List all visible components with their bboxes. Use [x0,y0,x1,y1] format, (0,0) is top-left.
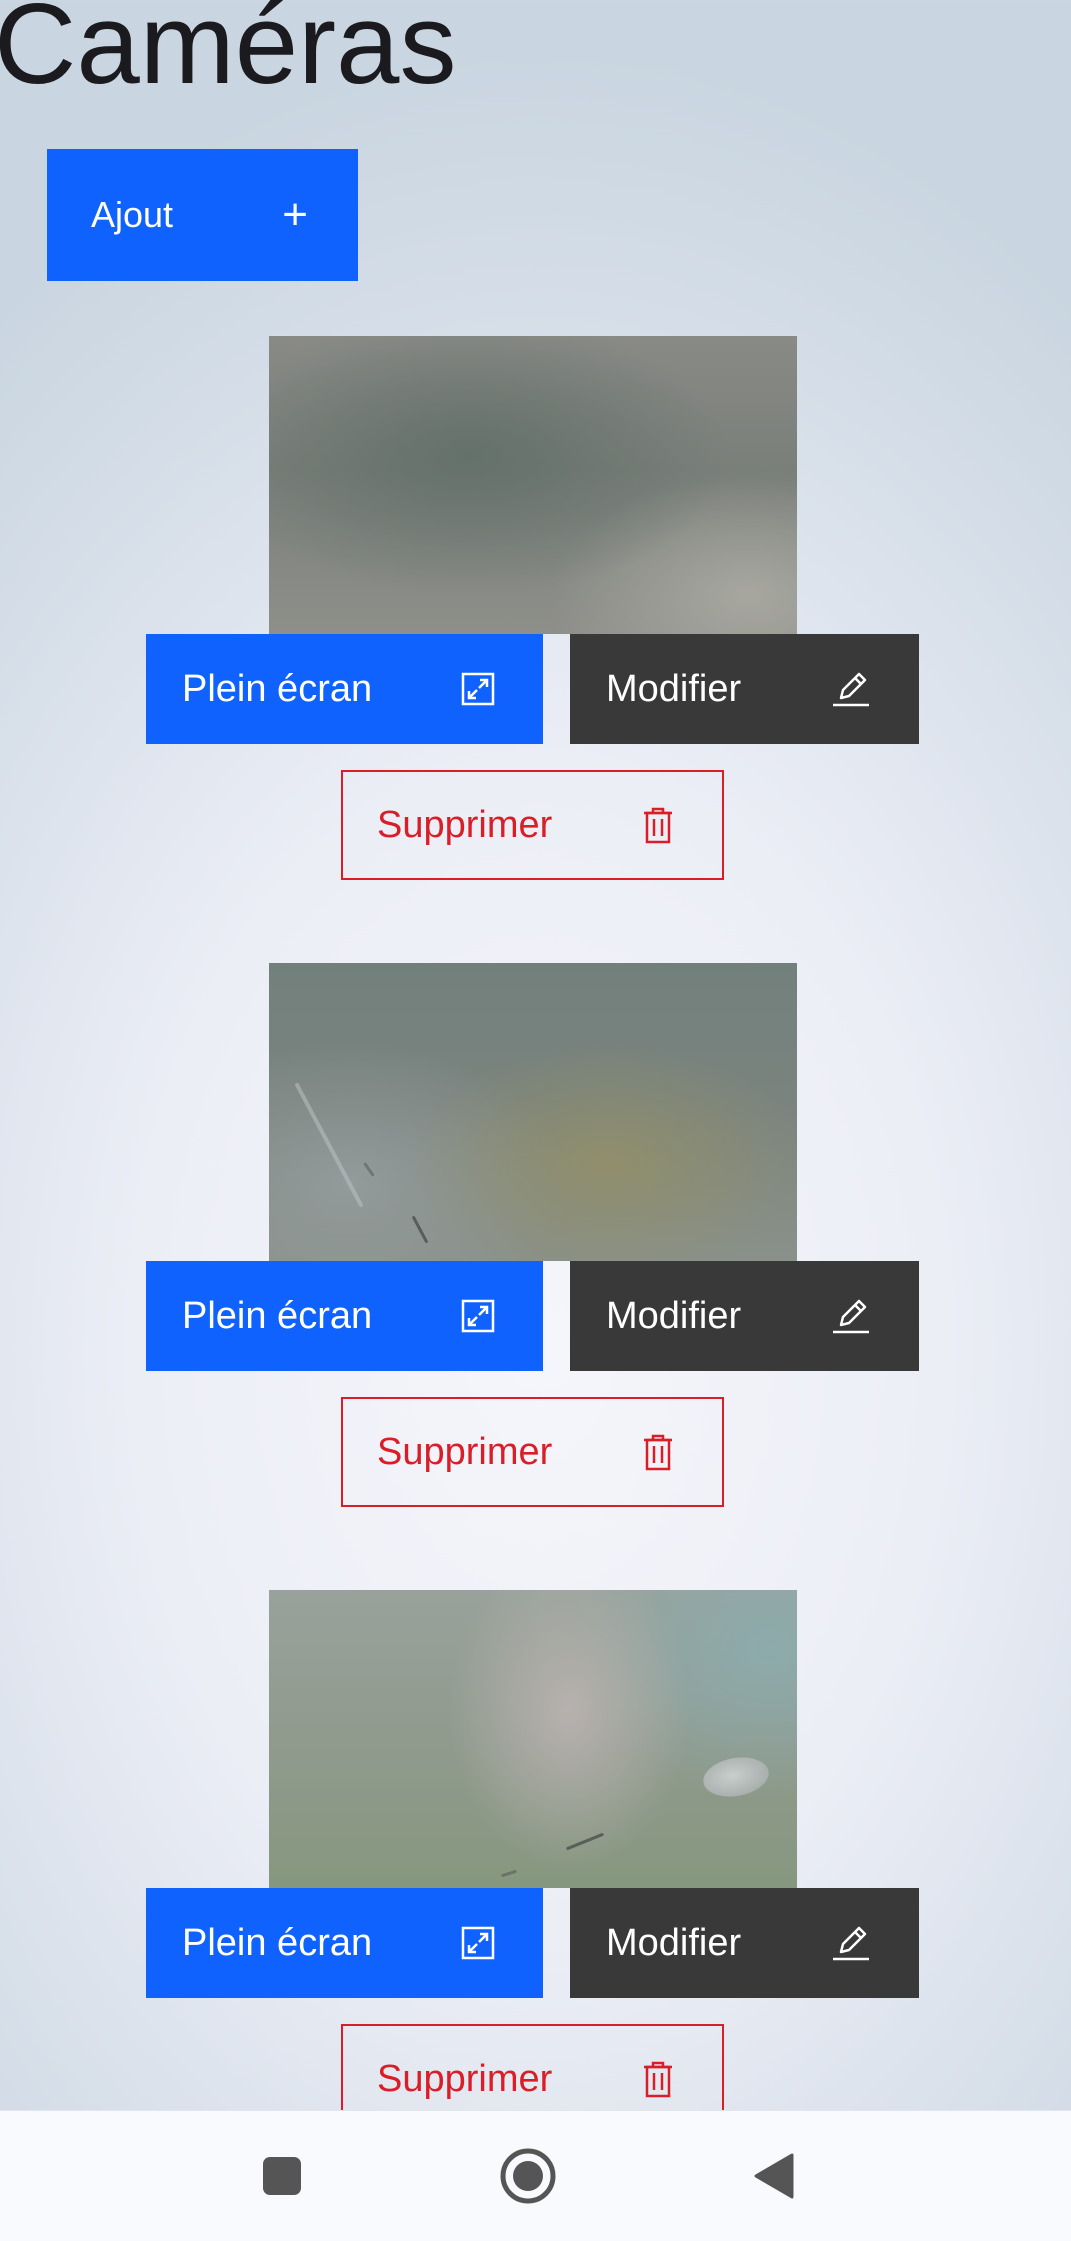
edit-button[interactable]: Modifier [570,1888,919,1998]
camera-card: Plein écran Modifier Supprimer [0,1590,1071,2150]
camera-feed-image[interactable] [269,336,797,634]
delete-button-label: Supprimer [377,803,553,846]
fullscreen-icon [461,1299,495,1333]
add-button-label: Ajout [91,194,174,235]
fullscreen-button[interactable]: Plein écran [146,1261,543,1371]
plus-icon: + [282,190,308,239]
fullscreen-icon [461,1926,495,1960]
delete-button[interactable]: Supprimer [341,770,724,880]
edit-button-label: Modifier [606,667,742,710]
edit-button[interactable]: Modifier [570,1261,919,1371]
fullscreen-button[interactable]: Plein écran [146,634,543,744]
camera-feed-image[interactable] [269,963,797,1261]
fullscreen-icon [461,672,495,706]
trash-icon [642,806,674,844]
fullscreen-button-label: Plein écran [182,1294,373,1337]
camera-feed-image[interactable] [269,1590,797,1888]
edit-button[interactable]: Modifier [570,634,919,744]
recents-square-icon[interactable] [222,2111,342,2241]
delete-button-label: Supprimer [377,1430,553,1473]
edit-button-label: Modifier [606,1294,742,1337]
delete-button[interactable]: Supprimer [341,1397,724,1507]
page-title: Caméras [0,0,457,108]
system-navigation-bar [0,2110,1071,2241]
edit-button-label: Modifier [606,1921,742,1964]
fullscreen-button[interactable]: Plein écran [146,1888,543,1998]
trash-icon [642,1433,674,1471]
pencil-icon [831,671,871,707]
home-circle-icon[interactable] [468,2111,588,2241]
camera-card: Plein écran Modifier Supprimer [0,963,1071,1523]
pencil-icon [831,1925,871,1961]
delete-button-label: Supprimer [377,2057,553,2100]
pencil-icon [831,1298,871,1334]
add-camera-button[interactable]: Ajout + [47,149,358,281]
trash-icon [642,2060,674,2098]
back-triangle-icon[interactable] [714,2111,834,2241]
fullscreen-button-label: Plein écran [182,667,373,710]
camera-card: Plein écran Modifier Supprimer [0,336,1071,896]
fullscreen-button-label: Plein écran [182,1921,373,1964]
